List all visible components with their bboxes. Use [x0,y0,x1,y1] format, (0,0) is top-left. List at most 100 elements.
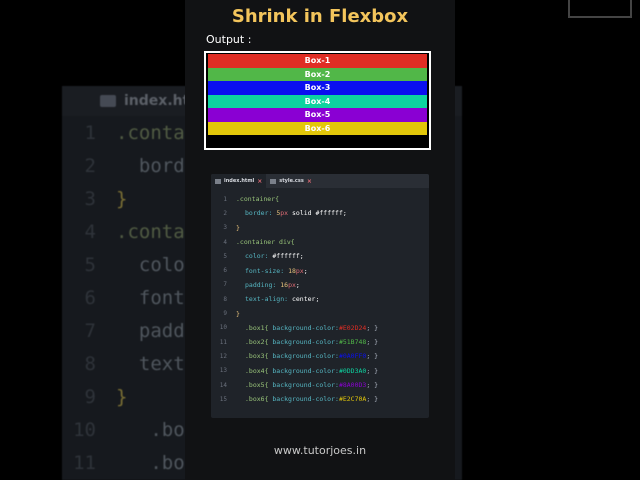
line-number: 7 [223,281,227,289]
line-number: 4 [223,238,227,246]
code-color-value: #8A00D3 [338,381,367,389]
line-number: 5 [223,252,227,260]
code-property: font-size: [245,266,285,275]
code-content: .box2{ background-color:#51B748; } [236,338,378,346]
line-number: 10 [219,324,227,332]
line-number: 4 [84,220,96,243]
code-content: .container div{ [236,238,295,246]
code-punctuation: ; } [366,395,379,404]
code-color-value: #0A0FF0 [338,352,367,361]
code-selector: .box6{ [245,395,269,404]
code-unit: px [295,266,304,275]
code-line: 11 .box2{ background-color:#51B748; } [211,335,429,349]
code-selector: .box1{ [245,323,269,332]
output-box-1: Box-1 [208,54,427,68]
code-property: background-color: [268,323,339,332]
code-content: colo [116,253,185,276]
tab-style-css[interactable]: style.css × [266,174,316,188]
code-content: } [116,385,128,408]
line-number: 1 [223,195,227,203]
code-content: } [236,224,240,232]
output-box-4: Box-4 [208,94,427,108]
code-line: 12 .box3{ background-color:#0A0FF0; } [211,349,429,363]
code-selector: .container{ [236,195,280,204]
code-property: background-color: [268,352,339,361]
watermark: www.tutorjoes.in [273,444,367,457]
code-selector: .box5{ [245,381,269,389]
code-unit: px [288,280,296,289]
code-selector: .box4{ [245,366,269,375]
line-number: 9 [84,385,96,408]
code-line: 14 .box5{ background-color:#8A00D3; } [211,378,429,392]
tab-label: index.html [224,178,255,184]
close-icon[interactable]: × [257,178,262,185]
line-number: 13 [219,367,227,375]
line-number: 9 [223,310,227,318]
code-line: 9} [211,306,429,320]
line-number: 2 [223,209,227,217]
code-content: .box4{ background-color:#0DD3A0; } [236,367,378,375]
line-number: 8 [84,352,96,375]
code-content: .box1{ background-color:#E02D24; } [236,324,378,332]
code-property: padding: [245,280,277,289]
code-line: 2 border: 5px solid #ffffff; [211,206,429,220]
code-color-value: #E2C70A [338,395,367,404]
code-content: color: #ffffff; [236,252,304,260]
output-box-3: Box-3 [208,81,427,95]
code-property: text-align: [245,295,289,304]
code-line: 3} [211,221,429,235]
close-icon[interactable]: × [307,178,312,185]
page-title: Shrink in Flexbox [231,6,409,27]
html-file-icon [215,178,221,184]
code-value: #ffffff; [268,252,304,261]
output-container: Box-1 Box-2 Box-3 Box-4 Box-5 Box-6 [204,51,431,150]
line-number: 3 [223,224,227,232]
code-content: } [116,187,128,210]
code-content: border: 5px solid #ffffff; [236,209,347,217]
top-right-frame [568,0,632,18]
code-punctuation: ; } [366,352,379,361]
code-lines: 1 .container{2 border: 5px solid #ffffff; 3… [211,188,429,406]
line-number: 15 [219,395,227,403]
code-content: .box5{ background-color:#8A00D3; } [236,381,378,389]
line-number: 11 [219,338,227,346]
code-content: .container{ [236,195,279,203]
code-property: color: [245,252,269,261]
tab-index-html[interactable]: index.html × [211,174,267,188]
code-color-value: #0DD3A0 [338,366,367,375]
line-number: 7 [84,319,96,342]
tutorial-panel: Shrink in Flexbox Output : Box-1 Box-2 Box… [185,0,455,480]
code-content: .box6{ background-color:#E2C70A; } [236,395,378,403]
code-selector: .box3{ [245,352,269,361]
code-color-value: #E02D24 [338,323,367,332]
code-line: 5 color: #ffffff; [211,249,429,263]
code-punctuation: ; } [366,366,379,375]
code-content: .box3{ background-color:#0A0FF0; } [236,352,378,360]
tab-label: style.css [279,178,304,184]
code-punctuation: ; } [366,323,379,332]
code-value: ; [295,280,300,289]
code-line: 8 text-align: center; [211,292,429,306]
line-number: 14 [219,381,227,389]
line-number: 6 [84,286,96,309]
code-line: 4 .container div{ [211,235,429,249]
output-box-5: Box-5 [208,108,427,122]
code-selector: .box2{ [245,338,269,347]
code-punctuation: ; } [366,338,379,347]
line-number: 5 [84,253,96,276]
code-editor: index.html × style.css × 1 .container{ 2 bo… [211,174,429,418]
output-label: Output : [206,33,252,46]
line-number: 12 [219,352,227,360]
code-value: solid #ffffff; [288,209,347,218]
line-number: 6 [223,267,227,275]
code-line: 13 .box4{ background-color:#0DD3A0; } [211,364,429,378]
code-property: background-color: [268,366,339,375]
code-property: border: [245,209,273,218]
output-box-6: Box-6 [208,121,427,135]
output-box-2: Box-2 [208,67,427,81]
code-line: 6 font-size: 18px; [211,263,429,277]
code-content: padding: 16px; [236,281,300,289]
code-content: } [236,310,240,318]
code-color-value: #51B748 [338,338,367,347]
code-selector: .container div{ [236,238,295,247]
